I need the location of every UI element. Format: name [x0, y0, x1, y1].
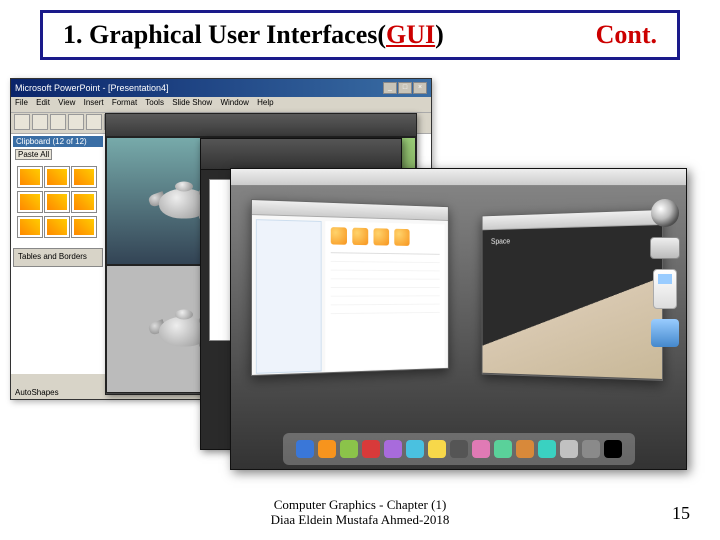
- space-label: Space: [491, 237, 510, 246]
- ppt-menubar: File Edit View Insert Format Tools Slide…: [11, 97, 431, 113]
- toolbar-button[interactable]: [14, 114, 30, 130]
- dock-app-icon[interactable]: [560, 440, 578, 458]
- menu-slideshow[interactable]: Slide Show: [172, 98, 212, 107]
- dark-toolbar: [201, 139, 401, 170]
- paste-all-button[interactable]: Paste All: [15, 149, 52, 160]
- title-suffix: ): [435, 20, 444, 49]
- desktop-menubar: [231, 169, 686, 186]
- menu-format[interactable]: Format: [112, 98, 137, 107]
- toolbar-button[interactable]: [86, 114, 102, 130]
- dock-app-icon[interactable]: [318, 440, 336, 458]
- dock-app-icon[interactable]: [340, 440, 358, 458]
- 3d-toolbar: [106, 114, 416, 137]
- autoshapes-button[interactable]: AutoShapes: [15, 388, 59, 397]
- ppt-sidebar: Clipboard (12 of 12) Paste All Table: [11, 134, 106, 374]
- clipboard-grid: [13, 162, 103, 242]
- screenshot-collage: Microsoft PowerPoint - [Presentation4] _…: [10, 78, 690, 473]
- tables-borders-panel: Tables and Borders: [13, 248, 103, 267]
- drive-icon[interactable]: [650, 237, 680, 259]
- ppt-window-title: Microsoft PowerPoint - [Presentation4]: [15, 83, 169, 93]
- dock-app-icon[interactable]: [582, 440, 600, 458]
- folder-icon[interactable]: [373, 228, 389, 245]
- dock-app-icon[interactable]: [296, 440, 314, 458]
- close-icon[interactable]: ×: [413, 82, 427, 94]
- toolbar-button[interactable]: [68, 114, 84, 130]
- tables-borders-title: Tables and Borders: [16, 251, 100, 262]
- dock-app-icon[interactable]: [362, 440, 380, 458]
- menu-window[interactable]: Window: [220, 98, 248, 107]
- dock-app-icon[interactable]: [538, 440, 556, 458]
- ppt-titlebar: Microsoft PowerPoint - [Presentation4] _…: [11, 79, 431, 97]
- menu-edit[interactable]: Edit: [36, 98, 50, 107]
- clipboard-item[interactable]: [17, 166, 43, 188]
- clipboard-item[interactable]: [71, 191, 97, 213]
- desktop-icons: [650, 199, 680, 347]
- maximize-icon[interactable]: □: [398, 82, 412, 94]
- file-browser-window: [251, 199, 449, 376]
- clipboard-item[interactable]: [17, 216, 43, 238]
- footer-line-2: Diaa Eldein Mustafa Ahmed-2018: [0, 512, 720, 528]
- slide-title: 1. Graphical User Interfaces(GUI): [63, 20, 444, 50]
- file-browser-sidebar: [256, 219, 322, 374]
- disc-icon[interactable]: [651, 199, 679, 227]
- space-image: Space: [483, 225, 662, 379]
- footer-line-1: Computer Graphics - Chapter (1): [0, 497, 720, 513]
- app-icon[interactable]: [651, 319, 679, 347]
- clipboard-header: Clipboard (12 of 12): [13, 136, 103, 147]
- folder-icon[interactable]: [352, 228, 368, 246]
- dock-app-icon[interactable]: [406, 440, 424, 458]
- title-cont: Cont.: [596, 20, 657, 50]
- dock-app-icon[interactable]: [472, 440, 490, 458]
- ipod-icon[interactable]: [653, 269, 677, 309]
- clipboard-item[interactable]: [44, 166, 70, 188]
- folder-icon[interactable]: [394, 229, 409, 246]
- dock-app-icon[interactable]: [604, 440, 622, 458]
- toolbar-button[interactable]: [50, 114, 66, 130]
- dock: [283, 433, 635, 465]
- menu-help[interactable]: Help: [257, 98, 273, 107]
- folder-icon[interactable]: [331, 227, 347, 245]
- menu-file[interactable]: File: [15, 98, 28, 107]
- screenshot-desktop: Space: [230, 168, 687, 470]
- slide-title-box: 1. Graphical User Interfaces(GUI) Cont.: [40, 10, 680, 60]
- clipboard-item[interactable]: [44, 216, 70, 238]
- dock-app-icon[interactable]: [516, 440, 534, 458]
- clipboard-item[interactable]: [17, 191, 43, 213]
- file-list: [331, 252, 440, 321]
- window-controls: _ □ ×: [383, 82, 427, 94]
- page-number: 15: [672, 503, 690, 524]
- toolbar-button[interactable]: [32, 114, 48, 130]
- dock-app-icon[interactable]: [428, 440, 446, 458]
- space-window: Space: [482, 209, 663, 381]
- slide-footer: Computer Graphics - Chapter (1) Diaa Eld…: [0, 497, 720, 528]
- menu-view[interactable]: View: [58, 98, 75, 107]
- dock-app-icon[interactable]: [494, 440, 512, 458]
- dock-app-icon[interactable]: [384, 440, 402, 458]
- title-prefix: 1. Graphical User Interfaces(: [63, 20, 386, 49]
- file-browser-main: [325, 221, 444, 371]
- minimize-icon[interactable]: _: [383, 82, 397, 94]
- clipboard-item[interactable]: [71, 216, 97, 238]
- dock-app-icon[interactable]: [450, 440, 468, 458]
- menu-tools[interactable]: Tools: [145, 98, 164, 107]
- clipboard-item[interactable]: [71, 166, 97, 188]
- menu-insert[interactable]: Insert: [84, 98, 104, 107]
- clipboard-item[interactable]: [44, 191, 70, 213]
- title-gui: GUI: [386, 20, 435, 49]
